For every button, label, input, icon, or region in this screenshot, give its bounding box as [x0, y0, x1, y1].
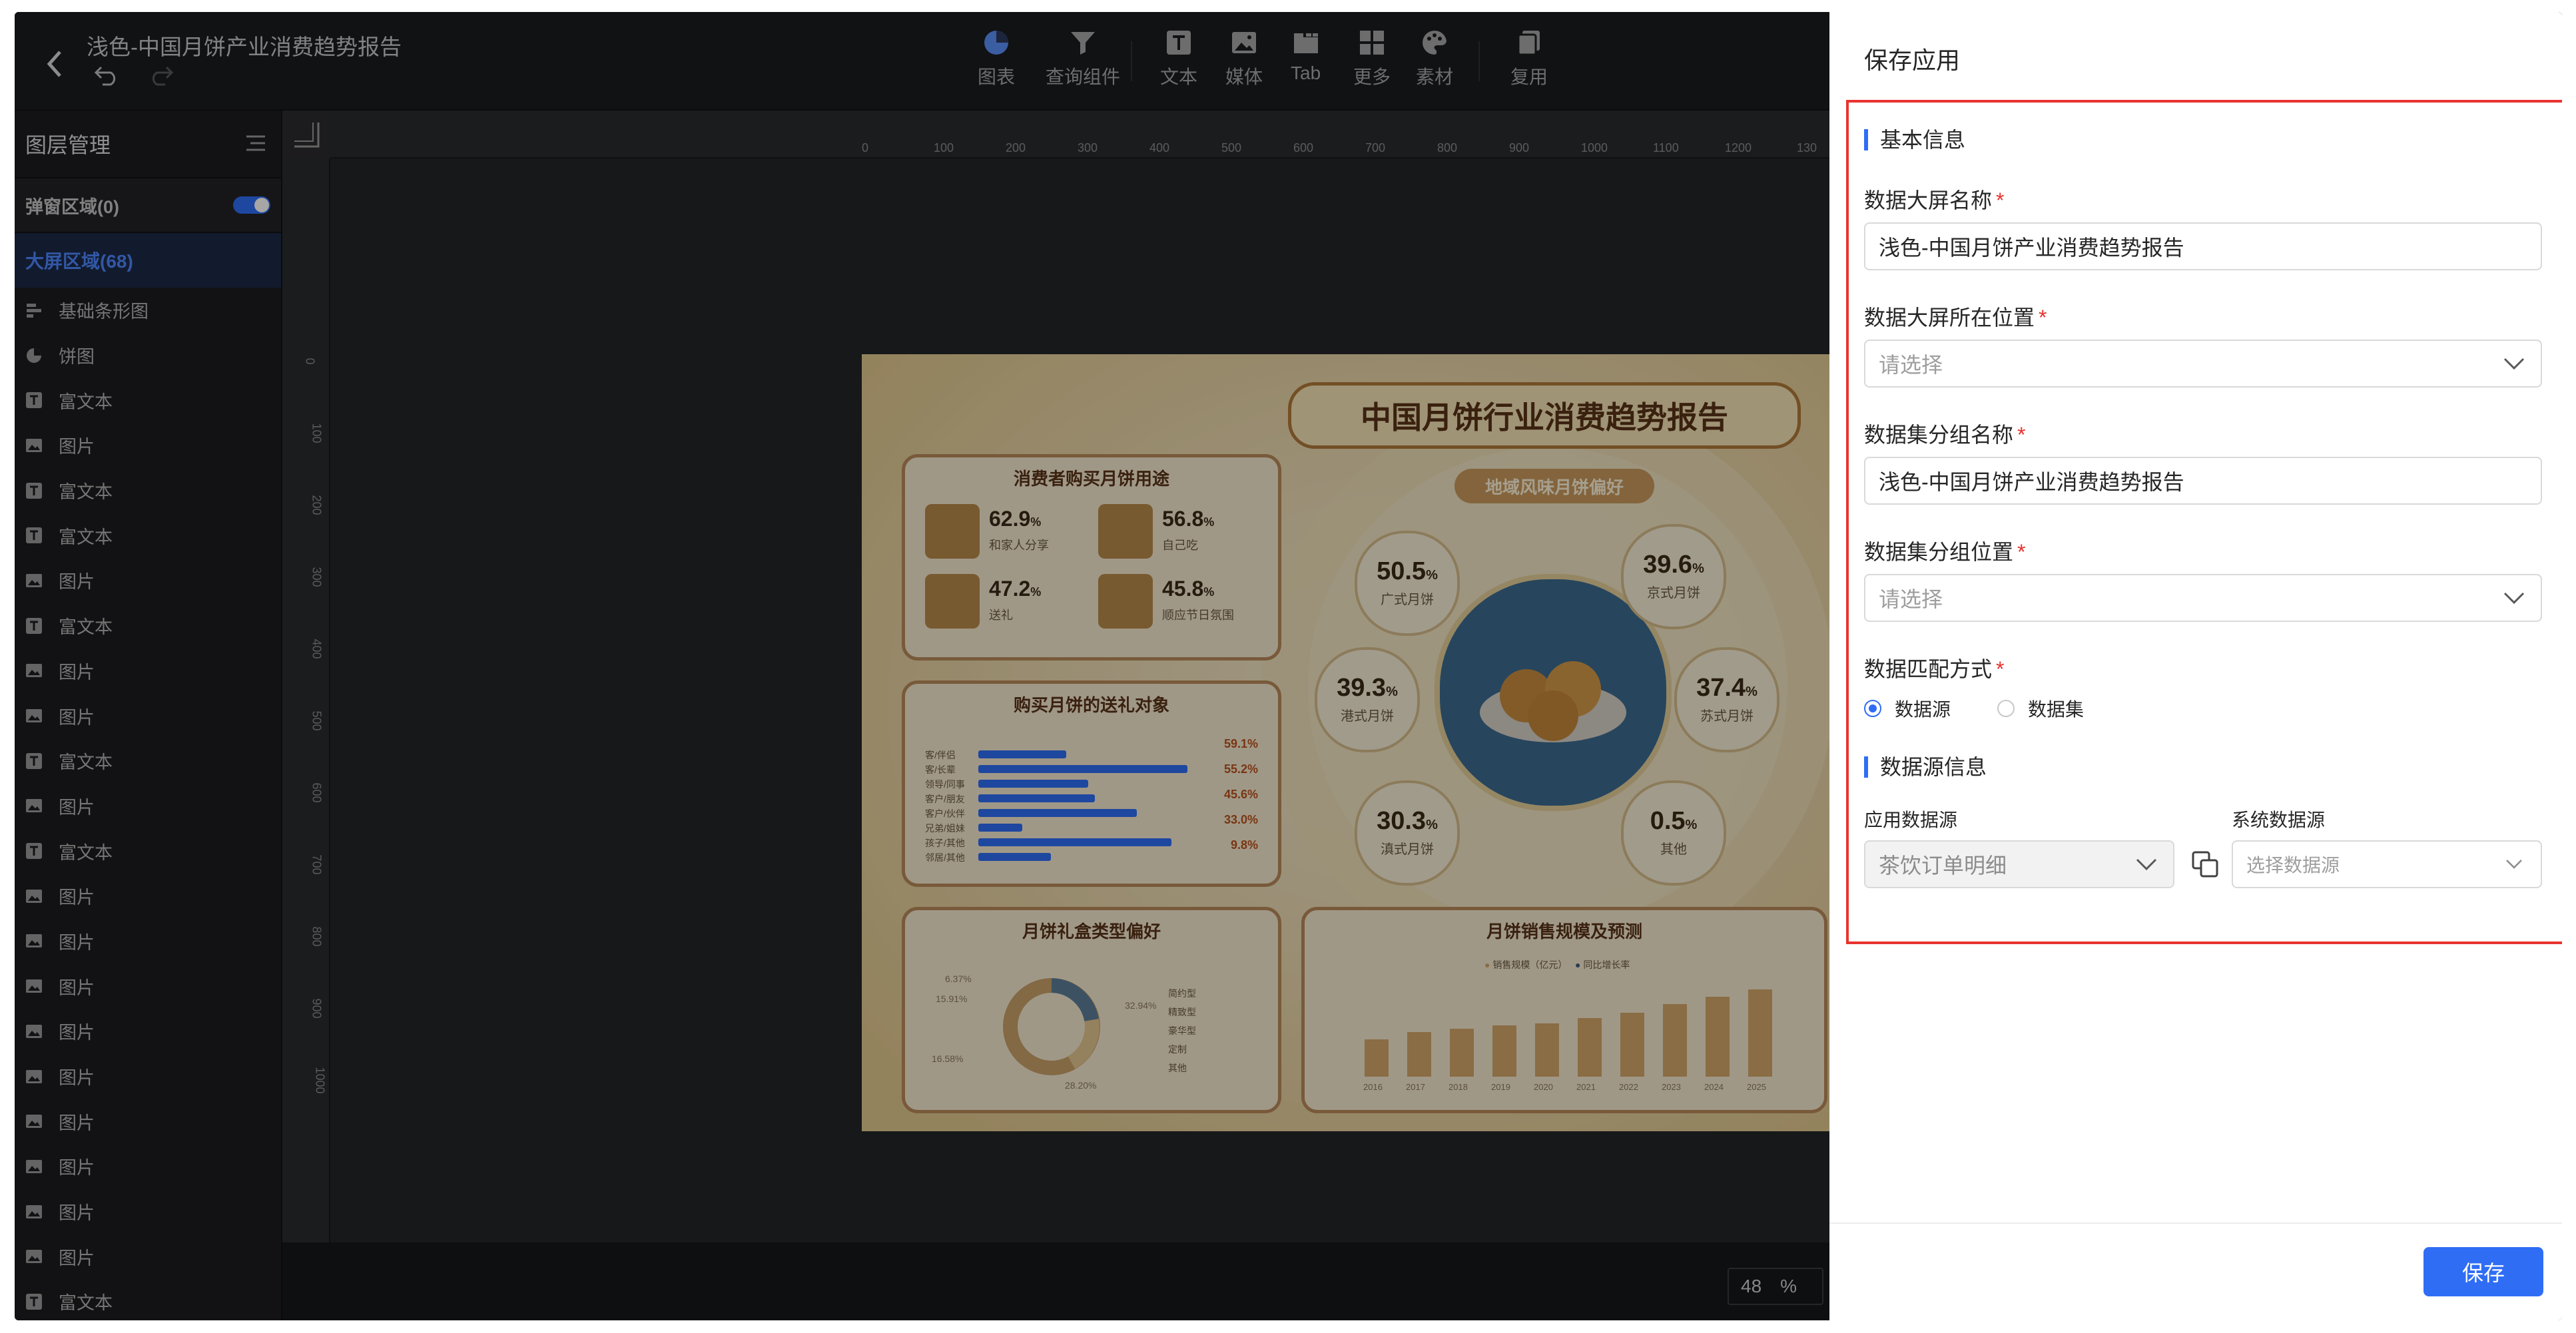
- sys-source-label: 系统数据源: [2232, 810, 2326, 830]
- screen-location-label: 数据大屏所在位置 *: [1864, 306, 2047, 330]
- radio-unchecked-icon[interactable]: [1997, 700, 2015, 717]
- screen-location-placeholder: 请选择: [1879, 353, 1943, 377]
- radio-option-label: 数据集: [2028, 699, 2085, 720]
- dataset-group-name-label: 数据集分组名称 *: [1864, 423, 2026, 447]
- radio-option-label: 数据源: [1895, 699, 1951, 720]
- radio-option-dataset[interactable]: 数据集: [1997, 695, 2084, 722]
- chevron-down-icon: [2501, 350, 2527, 377]
- dataset-group-location-placeholder: 请选择: [1879, 587, 1943, 611]
- save-app-drawer: 保存应用 基本信息 数据大屏名称 * 浅色-中国月饼产业消费趋势报告 数据大屏所在…: [1829, 12, 2562, 1320]
- chevron-down-icon: [2501, 851, 2527, 878]
- dataset-group-name-label-text: 数据集分组名称: [1864, 423, 2014, 447]
- link-copy-icon[interactable]: [2190, 850, 2220, 879]
- screen-location-label-text: 数据大屏所在位置: [1864, 306, 2035, 330]
- app-source-value: 茶饮订单明细: [1879, 854, 2007, 878]
- chevron-down-icon: [2501, 585, 2527, 611]
- app-window: 浅色-中国月饼产业消费趋势报告 图表 查询组件 文本 媒体 Tab 更多 素材 …: [15, 12, 2562, 1320]
- dataset-group-name-input[interactable]: 浅色-中国月饼产业消费趋势报告: [1864, 457, 2542, 505]
- dataset-group-location-select[interactable]: 请选择: [1864, 574, 2542, 622]
- save-button[interactable]: 保存: [2423, 1247, 2543, 1296]
- modal-overlay[interactable]: [15, 12, 1829, 1320]
- radio-option-datasource[interactable]: 数据源: [1864, 695, 1951, 722]
- radio-checked-icon[interactable]: [1864, 700, 1881, 717]
- dataset-group-location-label: 数据集分组位置 *: [1864, 540, 2026, 564]
- screen-name-input[interactable]: 浅色-中国月饼产业消费趋势报告: [1864, 222, 2542, 270]
- match-mode-label-text: 数据匹配方式: [1864, 657, 1993, 681]
- screen-name-label: 数据大屏名称 *: [1864, 188, 2005, 212]
- drawer-footer-divider: [1829, 1222, 2562, 1224]
- screen-location-select[interactable]: 请选择: [1864, 340, 2542, 388]
- match-mode-radio-group: 数据源 数据集: [1864, 695, 2130, 722]
- datasource-section-title: 数据源信息: [1864, 756, 1987, 778]
- dataset-group-location-label-text: 数据集分组位置: [1864, 540, 2014, 564]
- match-mode-label: 数据匹配方式 *: [1864, 657, 2005, 681]
- sys-source-select[interactable]: 选择数据源: [2232, 840, 2542, 888]
- drawer-title: 保存应用: [1864, 47, 1961, 74]
- app-source-label: 应用数据源: [1864, 810, 1958, 830]
- sys-source-placeholder: 选择数据源: [2246, 855, 2340, 876]
- screen-name-label-text: 数据大屏名称: [1864, 188, 1993, 212]
- app-source-select[interactable]: 茶饮订单明细: [1864, 840, 2174, 888]
- basic-info-section-title: 基本信息: [1864, 129, 1965, 150]
- chevron-down-icon: [2133, 851, 2160, 878]
